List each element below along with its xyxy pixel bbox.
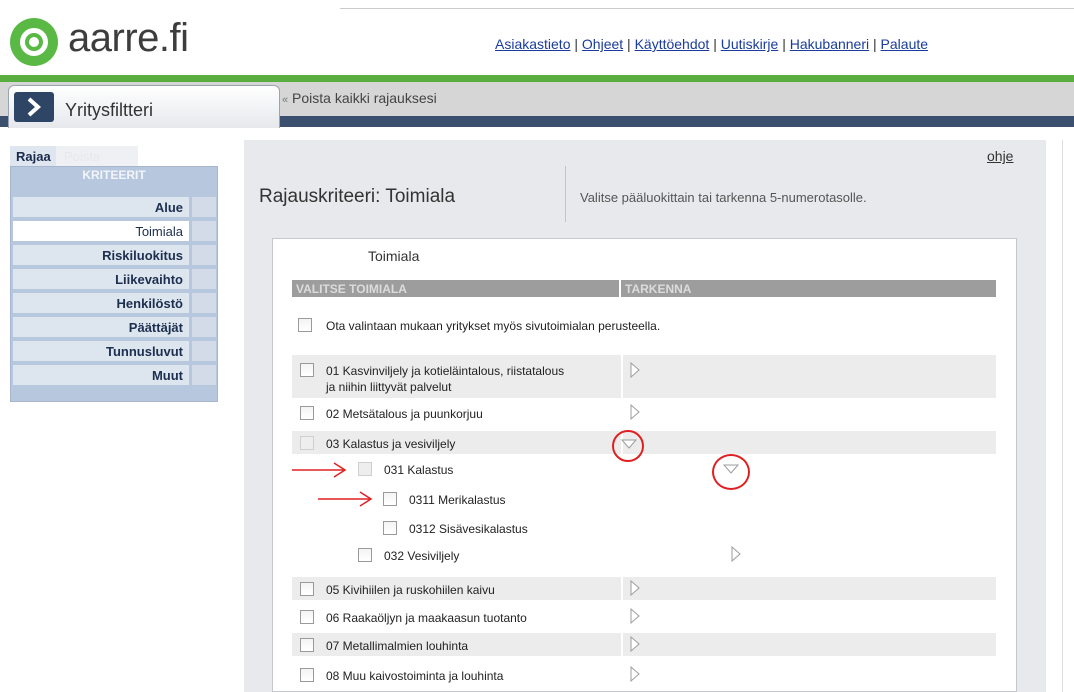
secondary-industry-checkbox[interactable] xyxy=(298,318,312,332)
chevron-right-icon xyxy=(14,92,54,122)
tab-poista[interactable]: Poista xyxy=(56,146,138,166)
top-links: Asiakastieto | Ohjeet | Käyttöehdot | Uu… xyxy=(495,36,929,52)
annotation-arrow-icon xyxy=(292,462,347,478)
annotation-arrow-icon xyxy=(318,491,373,507)
criteria-item-riskiluokitus[interactable]: Riskiluokitus xyxy=(13,245,189,265)
help-link[interactable]: ohje xyxy=(987,148,1013,164)
criteria-item-toimiala[interactable]: Toimiala xyxy=(13,221,189,241)
page-description: Valitse pääluokittain tai tarkenna 5-num… xyxy=(580,190,867,205)
criteria-item-liikevaihto[interactable]: Liikevaihto xyxy=(13,269,189,289)
industry-label-02: 02 Metsätalous ja puunkorjuu xyxy=(326,407,483,421)
criteria-item-paattajat[interactable]: Päättäjät xyxy=(13,317,189,337)
top-divider xyxy=(340,8,1074,9)
criteria-heading: KRITEERIT xyxy=(82,168,146,182)
annotation-circle xyxy=(712,454,750,490)
industry-label-07: 07 Metallimalmien louhinta xyxy=(326,639,469,653)
title-divider xyxy=(565,166,566,222)
annotation-circle xyxy=(612,430,644,462)
industry-label-01-cont: ja niihin liittyvät palvelut xyxy=(326,380,452,394)
criteria-item-alue[interactable]: Alue xyxy=(13,197,189,217)
industry-checkbox-01[interactable] xyxy=(300,363,314,377)
green-accent-bar xyxy=(0,75,1074,82)
criteria-item-henkilosto[interactable]: Henkilöstö xyxy=(13,293,189,313)
industry-checkbox-032[interactable] xyxy=(358,548,372,562)
link-hakubanneri[interactable]: Hakubanneri xyxy=(790,36,869,52)
industry-label-08: 08 Muu kaivostoiminta ja louhinta xyxy=(326,669,504,683)
industry-label-05: 05 Kivihiilen ja ruskohiilen kaivu xyxy=(326,583,495,597)
industry-checkbox-0311[interactable] xyxy=(383,492,397,506)
expand-arrow-icon[interactable] xyxy=(630,404,640,420)
brand-name[interactable]: aarre.fi xyxy=(68,16,189,61)
expand-arrow-icon[interactable] xyxy=(630,608,640,624)
link-uutiskirje[interactable]: Uutiskirje xyxy=(721,36,779,52)
expand-arrow-icon[interactable] xyxy=(630,580,640,596)
col-refine-header: TARKENNA xyxy=(625,282,692,296)
aarre-logo-icon[interactable] xyxy=(10,18,58,66)
industry-checkbox-02[interactable] xyxy=(300,406,314,420)
link-kayttoehdot[interactable]: Käyttöehdot xyxy=(635,36,710,52)
industry-checkbox-03[interactable] xyxy=(300,436,314,450)
panel-title: Toimiala xyxy=(368,248,420,264)
column-header: VALITSE TOIMIALA TARKENNA xyxy=(292,280,996,297)
industry-checkbox-031[interactable] xyxy=(358,462,372,476)
page-title: Rajauskriteeri: Toimiala xyxy=(259,186,456,207)
tab-yritysfiltteri[interactable]: Yritysfiltteri xyxy=(8,85,280,128)
tab-rajaa[interactable]: Rajaa xyxy=(10,146,56,166)
industry-label-032: 032 Vesiviljely xyxy=(384,549,460,563)
industry-label-01: 01 Kasvinviljely ja kotieläintalous, rii… xyxy=(326,364,565,378)
remove-all-filters-link[interactable]: « Poista kaikki rajauksesi xyxy=(282,90,437,106)
industry-checkbox-05[interactable] xyxy=(300,582,314,596)
expand-arrow-icon[interactable] xyxy=(630,636,640,652)
link-asiakastieto[interactable]: Asiakastieto xyxy=(495,36,570,52)
industry-label-06: 06 Raakaöljyn ja maakaasun tuotanto xyxy=(326,611,527,625)
secondary-industry-label: Ota valintaan mukaan yritykset myös sivu… xyxy=(326,319,661,333)
tab-label: Yritysfiltteri xyxy=(65,100,154,120)
criteria-item-tunnusluvut[interactable]: Tunnusluvut xyxy=(13,341,189,361)
industry-label-03: 03 Kalastus ja vesiviljely xyxy=(326,437,456,451)
expand-arrow-icon[interactable] xyxy=(630,362,640,378)
industry-label-0311: 0311 Merikalastus xyxy=(409,493,506,507)
col-select-header: VALITSE TOIMIALA xyxy=(296,282,407,296)
industry-checkbox-0312[interactable] xyxy=(383,521,397,535)
link-ohjeet[interactable]: Ohjeet xyxy=(582,36,623,52)
right-scroll-edge[interactable] xyxy=(1062,140,1074,692)
industry-checkbox-06[interactable] xyxy=(300,610,314,624)
industry-checkbox-07[interactable] xyxy=(300,638,314,652)
expand-arrow-icon[interactable] xyxy=(630,666,640,682)
link-palaute[interactable]: Palaute xyxy=(881,36,928,52)
expand-arrow-icon[interactable] xyxy=(731,546,741,562)
industry-label-031: 031 Kalastus xyxy=(384,463,454,477)
industry-checkbox-08[interactable] xyxy=(300,668,314,682)
criteria-item-muut[interactable]: Muut xyxy=(13,365,189,385)
industry-label-0312: 0312 Sisävesikalastus xyxy=(409,522,528,536)
